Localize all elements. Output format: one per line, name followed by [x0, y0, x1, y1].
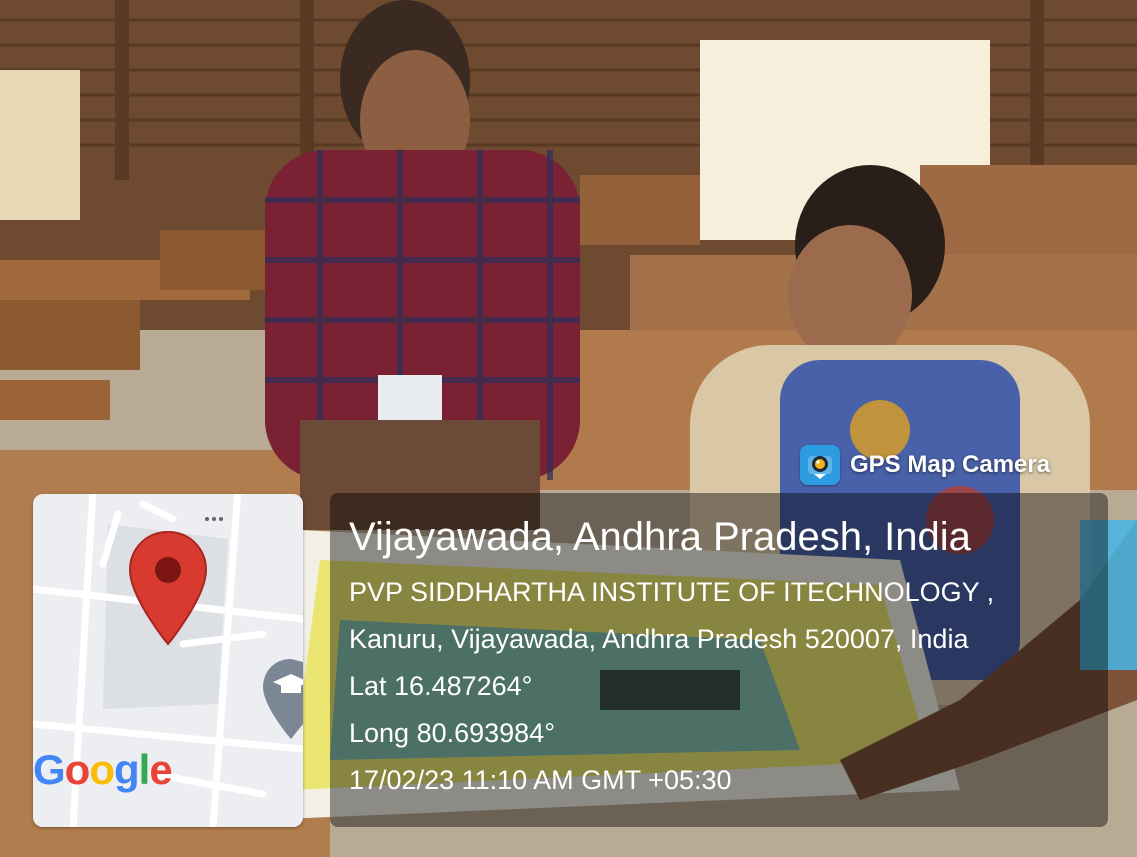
- google-logo-letter: o: [89, 746, 115, 793]
- address-line-2: Kanuru, Vijayawada, Andhra Pradesh 52000…: [349, 624, 969, 654]
- date-time: 17/02/23 11:10 AM GMT +05:30: [349, 765, 732, 795]
- google-logo-letter: g: [113, 746, 140, 793]
- google-logo-letter: l: [138, 746, 151, 793]
- google-logo-letter: G: [33, 746, 66, 793]
- location-info-panel: Vijayawada, Andhra Pradesh, India PVP SI…: [330, 493, 1108, 827]
- gps-map-camera-icon: [800, 445, 840, 485]
- address-line-1: PVP SIDDHARTHA INSTITUTE OF ITECHNOLOGY …: [349, 577, 995, 607]
- location-title: Vijayawada, Andhra Pradesh, India: [349, 515, 971, 559]
- more-dots-icon: [205, 517, 223, 521]
- google-logo-letter: e: [149, 746, 172, 793]
- window-curtain-left: [0, 70, 80, 220]
- longitude: Long 80.693984°: [349, 718, 555, 748]
- google-logo-letter: o: [64, 746, 91, 793]
- latitude: Lat 16.487264°: [349, 671, 533, 701]
- map-thumbnail[interactable]: Google: [33, 494, 303, 827]
- google-logo: Google: [33, 746, 173, 794]
- gps-map-camera-badge: GPS Map Camera: [800, 440, 1050, 490]
- badge-label: GPS Map Camera: [850, 451, 1051, 478]
